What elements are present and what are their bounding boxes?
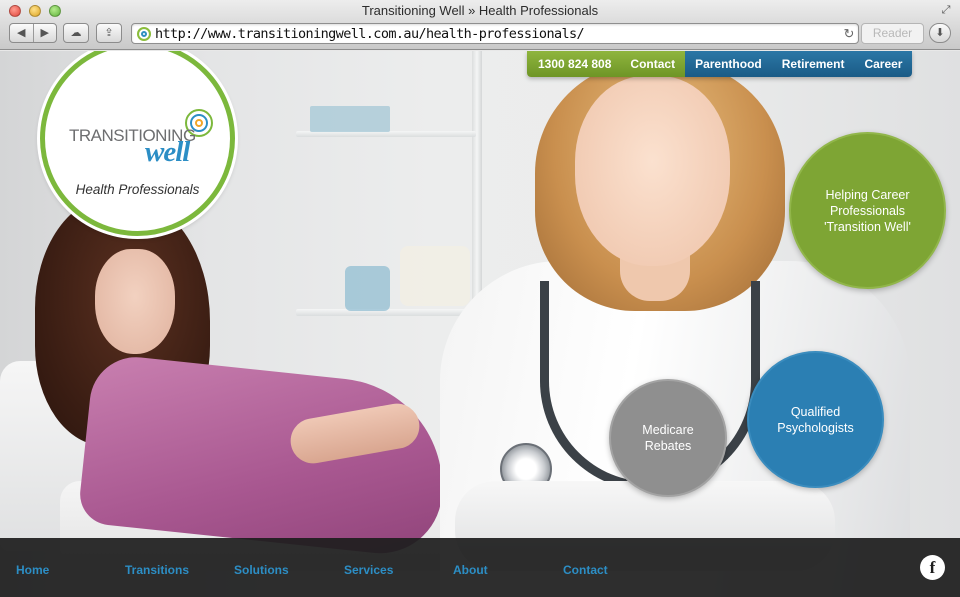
medicare-circle-label: Medicare Rebates [642,423,694,453]
footer-nav: Home Transitions Solutions Services Abou… [0,538,960,597]
psychologists-circle-button[interactable]: Qualified Psychologists [747,351,884,488]
footer-home[interactable]: Home [16,563,49,577]
contact-group: 1300 824 808 Contact [527,51,686,77]
nav-career[interactable]: Career [854,51,912,77]
transition-group: Parenthood Retirement Career [685,51,913,77]
footer-services[interactable]: Services [344,563,393,577]
career-circle-label: Helping Career Professionals 'Transition… [824,187,911,234]
browser-chrome: Transitioning Well » Health Professional… [0,0,960,50]
shelf-jar [310,106,390,132]
fullscreen-icon[interactable]: ⤢ [940,4,952,16]
reader-button[interactable]: Reader [861,23,924,44]
cloud-icon: ☁ [70,27,82,39]
footer-about[interactable]: About [453,563,488,577]
doctor-face [575,76,730,266]
footer-transitions[interactable]: Transitions [125,563,189,577]
forward-icon[interactable]: ▶ [34,24,57,42]
address-bar[interactable]: http://www.transitioningwell.com.au/heal… [131,23,859,44]
career-circle-button[interactable]: Helping Career Professionals 'Transition… [789,132,946,289]
medicare-circle-button[interactable]: Medicare Rebates [609,379,727,497]
shelf-jar [400,246,470,306]
nav-contact[interactable]: Contact [620,51,685,77]
share-button[interactable]: ⇪ [96,23,122,43]
download-icon: ⬇ [935,27,945,39]
shelf-jar [345,266,390,311]
facebook-icon[interactable]: f [920,555,945,580]
shelf [296,309,481,316]
downloads-button[interactable]: ⬇ [929,23,951,43]
share-icon: ⇪ [104,27,114,39]
footer-contact[interactable]: Contact [563,563,608,577]
footer-solutions[interactable]: Solutions [234,563,289,577]
psychologists-circle-label: Qualified Psychologists [777,404,854,435]
top-navigation: 1300 824 808 Contact Parenthood Retireme… [527,51,913,77]
back-icon[interactable]: ◀ [10,24,34,42]
back-forward-buttons: ◀ ▶ [9,23,57,43]
nav-retirement[interactable]: Retirement [772,51,855,77]
url-text[interactable]: http://www.transitioningwell.com.au/heal… [155,26,585,42]
reload-icon[interactable]: ↻ [840,25,858,43]
window-title: Transitioning Well » Health Professional… [361,3,599,18]
logo-subtitle: Health Professionals [75,182,200,197]
logo-word-well: well [145,136,190,168]
nav-parenthood[interactable]: Parenthood [685,51,772,77]
web-page: TRANSITIONING well Health Professionals … [0,51,960,597]
site-logo[interactable]: TRANSITIONING well Health Professionals [40,51,235,236]
favicon-icon [137,27,151,41]
patient-face [95,249,175,354]
icloud-tabs-button[interactable]: ☁ [63,23,89,43]
phone-link[interactable]: 1300 824 808 [527,51,620,77]
